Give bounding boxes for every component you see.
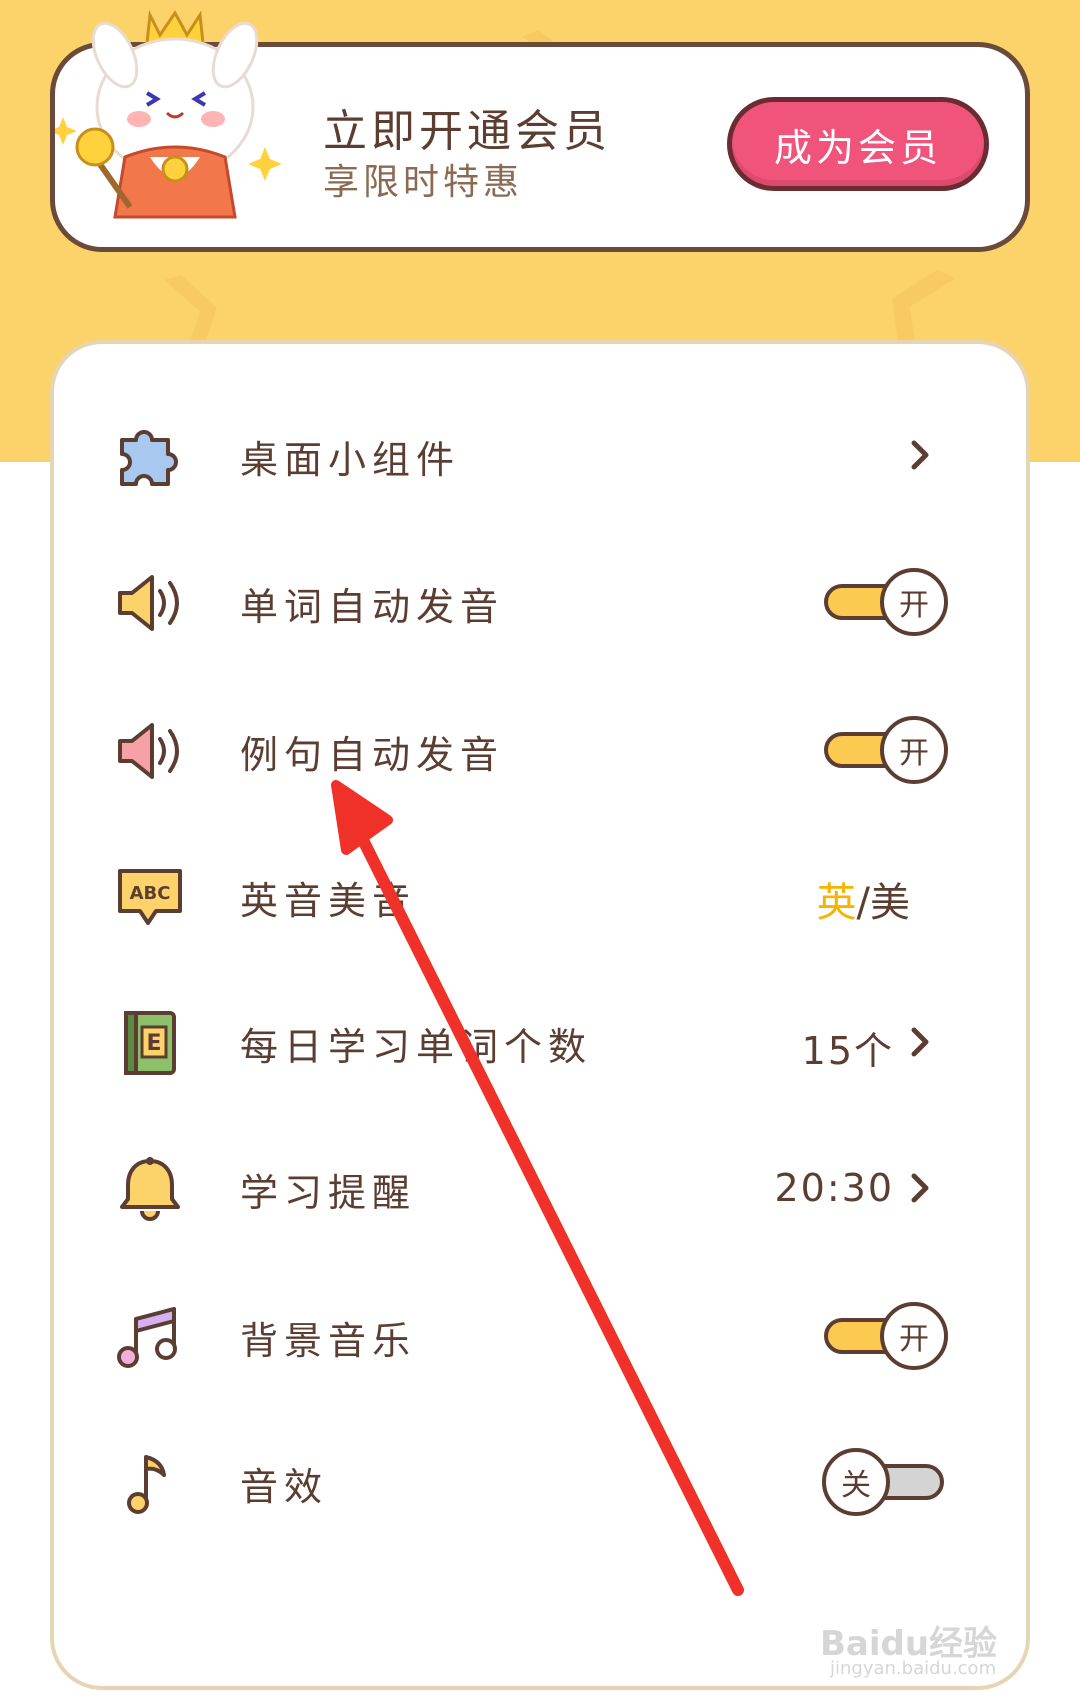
sound-effects-toggle[interactable]: 关: [822, 1448, 948, 1516]
speaker-icon: [118, 575, 179, 631]
toggle-knob: 开: [880, 716, 948, 784]
toggle-knob: 开: [880, 1302, 948, 1370]
bg-music-toggle[interactable]: 开: [822, 1302, 948, 1370]
settings-row-word-auto-pronounce[interactable]: 单词自动发音 开: [50, 532, 1030, 672]
settings-row-daily-words[interactable]: E 每日学习单词个数 15个: [50, 972, 1030, 1112]
accent-british-option[interactable]: 英: [817, 880, 857, 926]
settings-row-sound-effects[interactable]: 音效 关: [50, 1412, 1030, 1552]
toggle-knob: 开: [880, 568, 948, 636]
settings-row-bg-music[interactable]: 背景音乐 开: [50, 1266, 1030, 1406]
accent-american-option[interactable]: 美: [870, 880, 910, 926]
settings-row-label: 单词自动发音: [240, 585, 505, 629]
settings-row-label: 背景音乐: [240, 1319, 417, 1363]
toggle-knob: 关: [822, 1448, 890, 1516]
music-notes-icon: [117, 1307, 177, 1368]
svg-text:ABC: ABC: [130, 883, 171, 904]
settings-row-widget[interactable]: 桌面小组件: [50, 385, 1030, 525]
chevron-right-icon[interactable]: [900, 1022, 940, 1062]
bell-icon: [120, 1157, 180, 1221]
music-note-icon: [127, 1455, 166, 1514]
accent-switch[interactable]: 英/美: [817, 870, 910, 928]
puzzle-icon: [120, 430, 178, 486]
settings-row-label: 例句自动发音: [240, 733, 505, 777]
settings-row-label: 英音美音: [240, 879, 417, 923]
become-member-button[interactable]: 成为会员: [727, 97, 989, 191]
chevron-right-icon[interactable]: [900, 435, 940, 475]
word-auto-pronounce-toggle[interactable]: 开: [822, 568, 948, 636]
sentence-auto-pronounce-toggle[interactable]: 开: [822, 716, 948, 784]
member-title: 立即开通会员: [323, 106, 611, 157]
member-banner[interactable]: 立即开通会员 享限时特惠 成为会员: [50, 9, 1030, 252]
settings-row-label: 桌面小组件: [240, 438, 461, 482]
speaker-pink-icon: [118, 723, 179, 779]
accent-separator: /: [856, 880, 870, 926]
member-subtitle: 享限时特惠: [323, 162, 524, 203]
watermark-url: jingyan.baidu.com: [830, 1658, 997, 1679]
settings-row-study-reminder[interactable]: 学习提醒 20:30: [50, 1118, 1030, 1258]
svg-text:E: E: [146, 1031, 161, 1056]
settings-row-sentence-auto-pronounce[interactable]: 例句自动发音 开: [50, 680, 1030, 820]
settings-row-label: 每日学习单词个数: [240, 1025, 593, 1069]
study-reminder-time: 20:30: [774, 1166, 894, 1210]
settings-row-label: 音效: [240, 1465, 329, 1509]
crowned-rabbit-mascot-icon: [55, 9, 282, 219]
chevron-right-icon[interactable]: [900, 1168, 940, 1208]
settings-row-label: 学习提醒: [240, 1171, 417, 1215]
book-e-icon: E: [124, 1011, 176, 1075]
settings-row-accent[interactable]: ABC 英音美音 英/美: [50, 826, 1030, 966]
abc-speech-bubble-icon: ABC: [118, 869, 182, 925]
daily-words-value: 15个: [801, 1029, 894, 1073]
